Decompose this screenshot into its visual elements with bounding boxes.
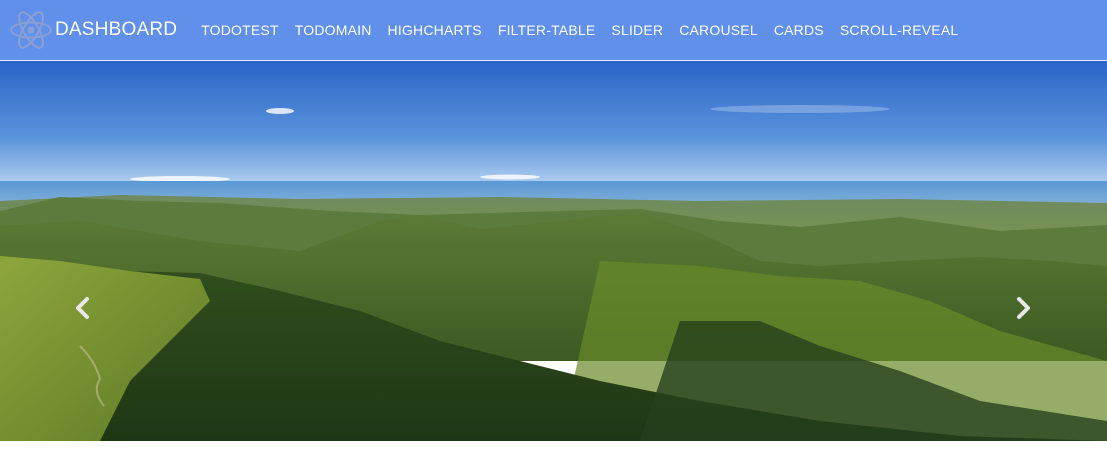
nav-link-todotest[interactable]: TODOTEST xyxy=(201,22,279,38)
nav-link-todomain[interactable]: TODOMAIN xyxy=(295,22,372,38)
nav-link-filter-table[interactable]: FILTER-TABLE xyxy=(498,22,596,38)
nav-link-slider[interactable]: SLIDER xyxy=(611,22,663,38)
react-atom-icon xyxy=(10,11,52,49)
nav-link-carousel[interactable]: CAROUSEL xyxy=(679,22,758,38)
nav-link-highcharts[interactable]: HIGHCHARTS xyxy=(388,22,482,38)
brand-link[interactable]: DASHBOARD xyxy=(9,8,177,52)
nav-link-cards[interactable]: CARDS xyxy=(774,22,824,38)
top-navbar: DASHBOARD TODOTEST TODOMAIN HIGHCHARTS F… xyxy=(0,0,1107,61)
carousel-next-button[interactable] xyxy=(1011,296,1035,320)
carousel-prev-button[interactable] xyxy=(71,296,95,320)
image-carousel xyxy=(0,61,1107,441)
main-nav: TODOTEST TODOMAIN HIGHCHARTS FILTER-TABL… xyxy=(201,22,974,38)
chevron-left-icon xyxy=(76,297,89,319)
mountain-landscape-image xyxy=(0,61,1107,441)
brand-title: DASHBOARD xyxy=(55,19,178,40)
nav-link-scroll-reveal[interactable]: SCROLL-REVEAL xyxy=(840,22,959,38)
chevron-right-icon xyxy=(1017,297,1030,319)
